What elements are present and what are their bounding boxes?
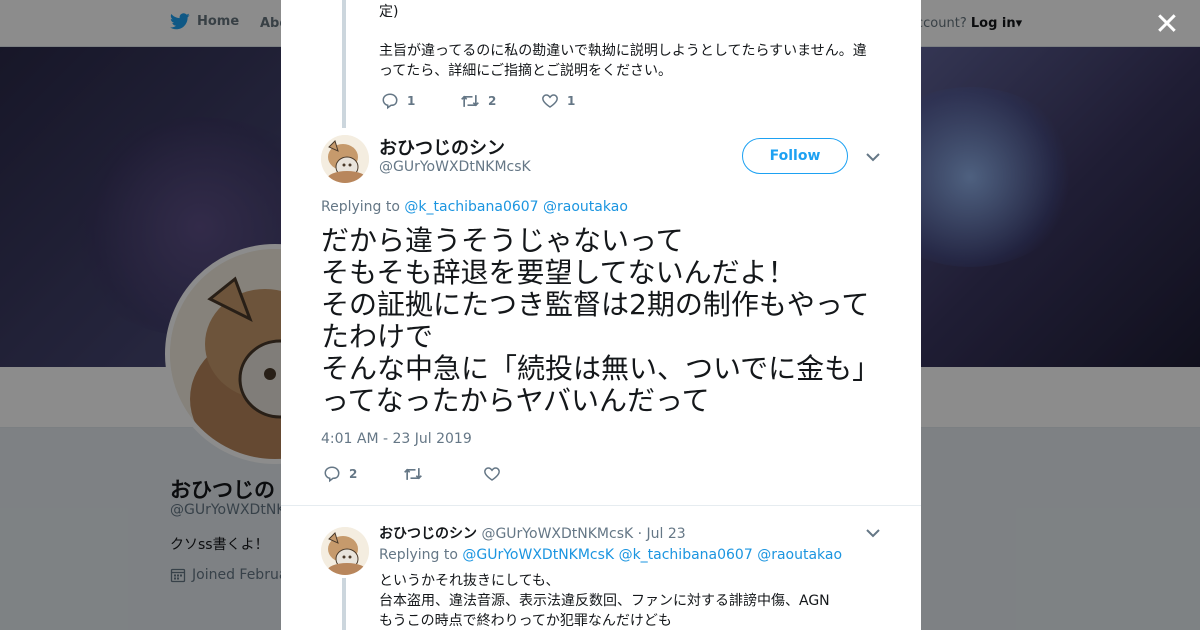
main-tweet-actions: 2 xyxy=(323,465,509,483)
reply-author-handle[interactable]: @GUrYoWXDtNKMcsK xyxy=(481,526,633,542)
heart-icon xyxy=(484,467,500,481)
reply-text-line: 台本盗用、違法音源、表示法違反数回、ファンに対する誹謗中傷、AGN xyxy=(379,593,830,609)
author-handle[interactable]: @GUrYoWXDtNKMcsK xyxy=(379,159,531,175)
author-avatar[interactable] xyxy=(321,135,369,183)
reply-button[interactable]: 1 xyxy=(381,92,460,110)
tweet-text: だから違うそうじゃないって そもそも辞退を要望してないんだよ！ その証拠にたつき… xyxy=(321,225,891,417)
prev-tweet-text-1: 定) xyxy=(379,4,399,20)
thread-line xyxy=(342,578,346,630)
follow-button[interactable]: Follow xyxy=(742,138,848,174)
like-button[interactable]: 1 xyxy=(541,92,575,110)
mention-link[interactable]: @k_tachibana0607 xyxy=(404,199,538,215)
author-name[interactable]: おひつじのシン xyxy=(379,134,505,160)
sheep-avatar-icon xyxy=(321,135,369,183)
close-icon[interactable]: ✕ xyxy=(1152,10,1182,40)
reply-author-name[interactable]: おひつじのシン xyxy=(379,526,477,542)
retweet-icon xyxy=(404,468,422,480)
replying-to: Replying to @k_tachibana0607 @raoutakao xyxy=(321,199,628,215)
prev-tweet-text-2: 主旨が違ってるのに私の勘違いで執拗に説明しようとしてたらすいません。違 xyxy=(379,43,867,59)
like-count: 1 xyxy=(567,94,576,108)
retweet-icon xyxy=(461,95,479,107)
prev-tweet-text-3: ってたら、詳細にご指摘とご説明をください。 xyxy=(379,63,673,79)
retweet-button[interactable]: 2 xyxy=(460,92,541,110)
reply-replying-to: Replying to @GUrYoWXDtNKMcsK @k_tachiban… xyxy=(379,547,842,563)
tweet-timestamp[interactable]: 4:01 AM - 23 Jul 2019 xyxy=(321,431,472,447)
reply-icon xyxy=(382,93,398,110)
thread-line xyxy=(342,0,346,128)
tweet-text-line: たわけで xyxy=(321,320,434,353)
tweet-text-line: だから違うそうじゃないって xyxy=(321,224,684,257)
sheep-avatar-icon xyxy=(321,527,369,575)
reply-header: おひつじのシン @GUrYoWXDtNKMcsK · Jul 23 xyxy=(379,523,686,543)
prev-tweet-actions: 1 2 1 xyxy=(381,92,575,110)
tweet-text-line: そんな中急に「続投は無い、ついでに金も」 xyxy=(321,352,881,385)
mention-link[interactable]: @GUrYoWXDtNKMcsK xyxy=(462,547,614,563)
tweet-text-line: ってなったからヤバいんだって xyxy=(321,384,710,417)
reply-text-line: もうこの時点で終わりってか犯罪なんだけども xyxy=(379,613,672,629)
reply-author-avatar[interactable] xyxy=(321,527,369,575)
reply-icon xyxy=(324,466,340,483)
chevron-down-icon[interactable] xyxy=(865,525,881,541)
replying-prefix: Replying to xyxy=(379,547,458,563)
reply-count: 2 xyxy=(349,467,358,481)
replying-prefix: Replying to xyxy=(321,199,400,215)
mention-link[interactable]: @k_tachibana0607 xyxy=(619,547,753,563)
reply-count: 1 xyxy=(407,94,416,108)
tweet-text-line: そもそも辞退を要望してないんだよ！ xyxy=(321,256,796,289)
divider xyxy=(281,505,921,506)
chevron-down-icon[interactable] xyxy=(865,149,881,165)
reply-button[interactable]: 2 xyxy=(323,465,403,483)
heart-icon xyxy=(542,94,558,108)
tweet-text-line: その証拠にたつき監督は2期の制作もやって xyxy=(321,288,870,321)
retweet-count: 2 xyxy=(488,94,497,108)
mention-link[interactable]: @raoutakao xyxy=(757,547,842,563)
mention-link[interactable]: @raoutakao xyxy=(543,199,628,215)
like-button[interactable] xyxy=(483,465,509,483)
tweet-permalink-modal: 定) 主旨が違ってるのに私の勘違いで執拗に説明しようとしてたらすいません。違 っ… xyxy=(281,0,921,630)
retweet-button[interactable] xyxy=(403,465,483,483)
reply-text-line: というかそれ抜きにしても、 xyxy=(379,573,560,589)
reply-date[interactable]: · Jul 23 xyxy=(638,526,686,542)
